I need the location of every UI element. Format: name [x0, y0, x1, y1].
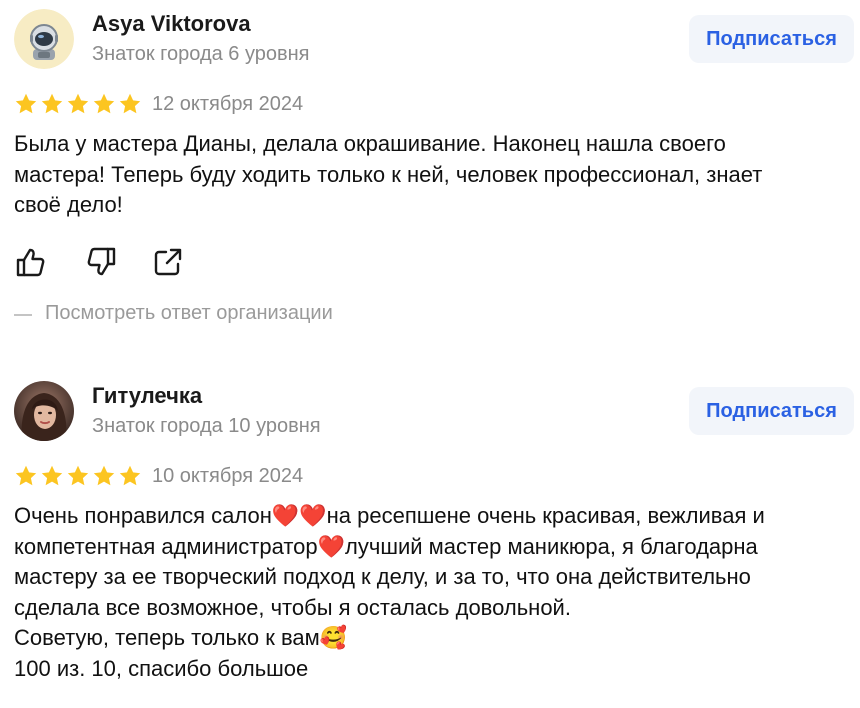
- dash-divider: [14, 313, 32, 316]
- review-date: 10 октября 2024: [152, 465, 304, 487]
- review-text: Была у мастера Дианы, делала окрашивание…: [14, 131, 763, 217]
- like-button[interactable]: [14, 246, 48, 278]
- star-icon: [67, 93, 89, 114]
- review-text: Очень понравился салон❤️❤️на ресепшене о…: [14, 503, 765, 681]
- star-icon: [15, 465, 37, 486]
- star-icon: [119, 93, 141, 114]
- subscribe-button[interactable]: Подписаться: [689, 15, 854, 63]
- share-button[interactable]: [152, 246, 186, 278]
- star-icon: [41, 465, 63, 486]
- author-name[interactable]: Гитулечка: [92, 383, 202, 409]
- avatar[interactable]: [14, 9, 74, 69]
- avatar[interactable]: [14, 381, 74, 441]
- star-icon: [15, 93, 37, 114]
- org-reply-link[interactable]: Посмотреть ответ организации: [14, 302, 333, 325]
- star-icon: [119, 465, 141, 486]
- review-date: 12 октября 2024: [152, 93, 304, 115]
- org-reply-label: Посмотреть ответ организации: [45, 302, 333, 324]
- astronaut-avatar-icon: [14, 9, 74, 69]
- rating-stars: [14, 92, 142, 116]
- thumbs-up-icon: [16, 248, 45, 277]
- share-icon: [154, 248, 182, 276]
- rating-stars: [14, 464, 142, 488]
- thumbs-down-icon: [87, 247, 116, 276]
- author-level: Знаток города 10 уровня: [92, 415, 321, 437]
- dislike-button[interactable]: [84, 246, 118, 278]
- star-icon: [41, 93, 63, 114]
- photo-avatar-icon: [14, 381, 74, 441]
- star-icon: [67, 465, 89, 486]
- subscribe-button[interactable]: Подписаться: [689, 387, 854, 435]
- author-name[interactable]: Asya Viktorova: [92, 11, 251, 37]
- star-icon: [93, 93, 115, 114]
- star-icon: [93, 465, 115, 486]
- author-level: Знаток города 6 уровня: [92, 43, 310, 65]
